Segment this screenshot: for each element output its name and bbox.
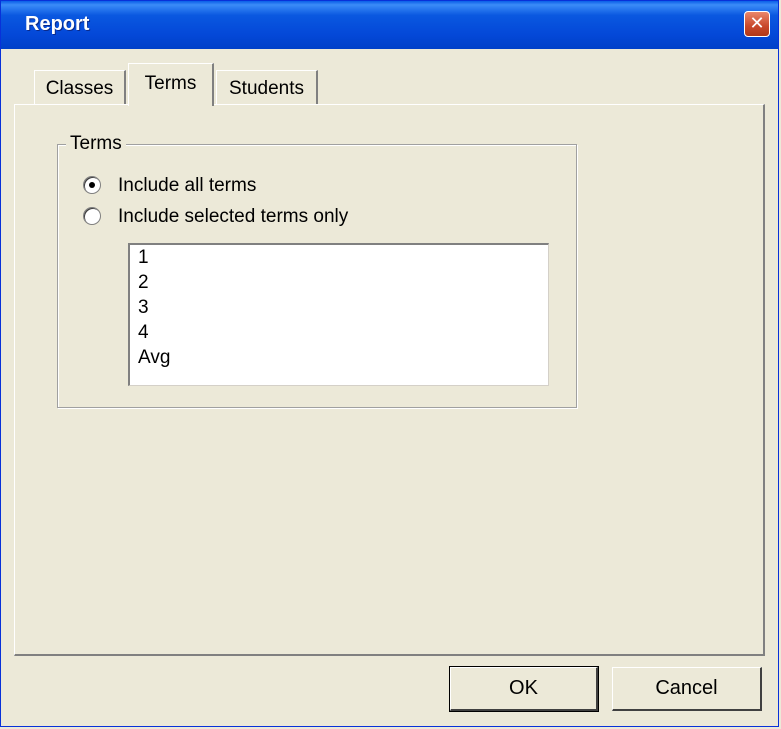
list-item[interactable]: 1 bbox=[130, 245, 548, 270]
close-button[interactable]: ✕ bbox=[744, 11, 770, 37]
list-item[interactable]: 2 bbox=[130, 270, 548, 295]
radio-button-unselected[interactable] bbox=[83, 207, 101, 225]
tab-terms[interactable]: Terms bbox=[128, 63, 214, 106]
list-item[interactable]: Avg bbox=[130, 345, 548, 370]
tab-students-label: Students bbox=[229, 78, 304, 99]
cancel-button-label: Cancel bbox=[655, 677, 718, 699]
ok-button-label: OK bbox=[509, 677, 538, 699]
cancel-button[interactable]: Cancel bbox=[612, 667, 762, 711]
list-item[interactable]: 4 bbox=[130, 320, 548, 345]
radio-include-all-terms-label: Include all terms bbox=[118, 175, 257, 196]
tab-terms-label: Terms bbox=[144, 73, 197, 94]
radio-include-selected-terms-label: Include selected terms only bbox=[118, 206, 349, 227]
terms-listbox[interactable]: 1 2 3 4 Avg bbox=[128, 243, 549, 386]
tab-classes[interactable]: Classes bbox=[34, 70, 126, 105]
tab-classes-label: Classes bbox=[45, 78, 114, 99]
window-title: Report bbox=[25, 13, 90, 35]
list-item[interactable]: 3 bbox=[130, 295, 548, 320]
terms-group-legend: Terms bbox=[66, 133, 126, 155]
radio-button-selected[interactable] bbox=[83, 176, 101, 194]
title-bar[interactable]: Report ✕ bbox=[1, 1, 778, 49]
ok-button[interactable]: OK bbox=[449, 666, 599, 712]
tab-students[interactable]: Students bbox=[216, 70, 318, 105]
close-icon: ✕ bbox=[749, 13, 765, 34]
